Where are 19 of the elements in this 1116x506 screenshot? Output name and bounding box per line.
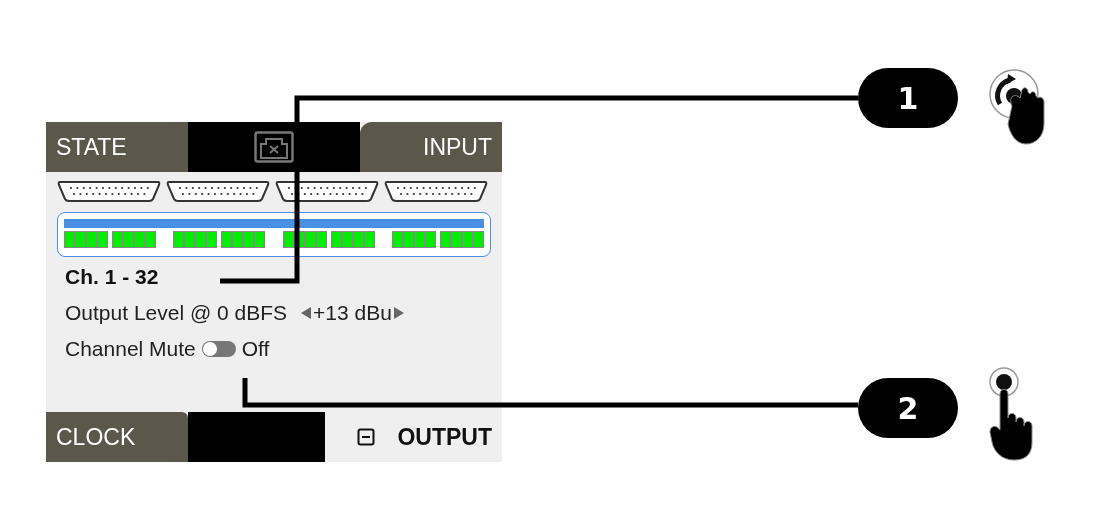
callout-badge: 2 (858, 378, 958, 438)
right-arrow-icon[interactable] (393, 307, 404, 319)
setting-value: +13 dBu (313, 301, 392, 325)
setting-label: Channel Mute (65, 337, 196, 361)
tab[interactable]: STATE (46, 122, 188, 172)
setting-label: Output Level @ 0 dBFS (65, 301, 288, 325)
setting-value: Off (241, 337, 270, 361)
connector-icon (384, 180, 488, 202)
section-title: Ch. 1 - 32 (65, 265, 160, 289)
connector-icon (57, 180, 161, 202)
tab[interactable]: INPUT (360, 122, 502, 172)
callout-badge: 1 (858, 68, 958, 128)
connector-icon (166, 180, 270, 202)
collapse-icon (357, 428, 376, 446)
tab[interactable]: CLOCK (46, 412, 188, 462)
disconnected-network-icon (254, 131, 294, 163)
connector-icon (275, 180, 379, 202)
toggle-switch[interactable] (201, 341, 236, 357)
left-arrow-icon[interactable] (301, 307, 312, 319)
